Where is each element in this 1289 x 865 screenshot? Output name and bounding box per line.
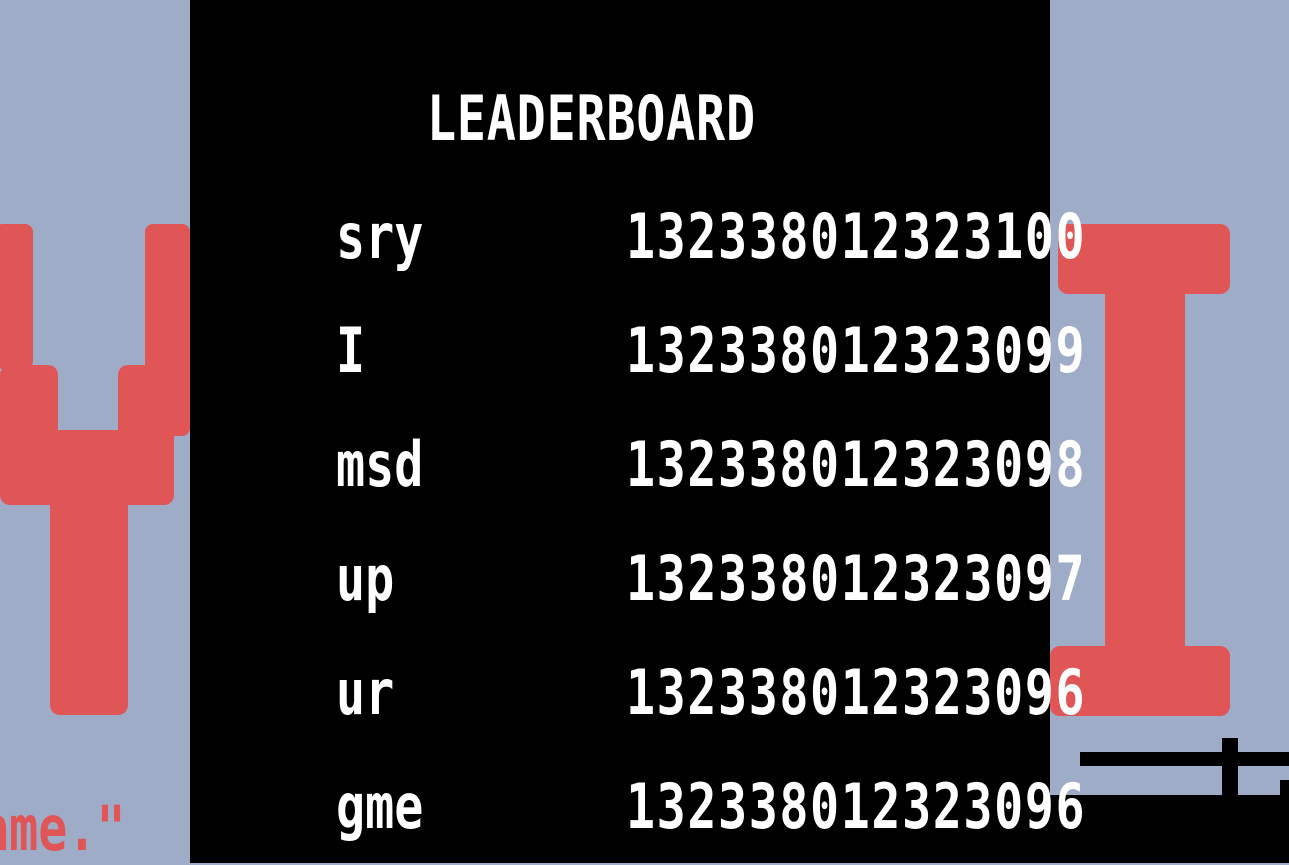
player-score: 132338012323099 bbox=[626, 314, 1087, 387]
player-name: gme bbox=[336, 770, 424, 843]
player-score: 132338012323100 bbox=[626, 200, 1087, 273]
player-score: 132338012323097 bbox=[626, 542, 1087, 615]
leaderboard-row: I 132338012323099 bbox=[0, 314, 1289, 394]
leaderboard-row: msd 132338012323098 bbox=[0, 428, 1289, 508]
player-name: I bbox=[336, 314, 366, 387]
player-name: ur bbox=[336, 656, 395, 729]
player-score: 132338012323096 bbox=[626, 770, 1087, 843]
player-score: 132338012323096 bbox=[626, 656, 1087, 729]
player-name: msd bbox=[336, 428, 424, 501]
player-score: 132338012323098 bbox=[626, 428, 1087, 501]
leaderboard-title: LEADERBOARD bbox=[427, 82, 756, 155]
leaderboard-row: up 132338012323097 bbox=[0, 542, 1289, 622]
leaderboard-row: gme 132338012323096 bbox=[0, 770, 1289, 850]
player-name: sry bbox=[336, 200, 424, 273]
leaderboard-row: sry 132338012323100 bbox=[0, 200, 1289, 280]
player-name: up bbox=[336, 542, 395, 615]
leaderboard-row: ur 132338012323096 bbox=[0, 656, 1289, 736]
